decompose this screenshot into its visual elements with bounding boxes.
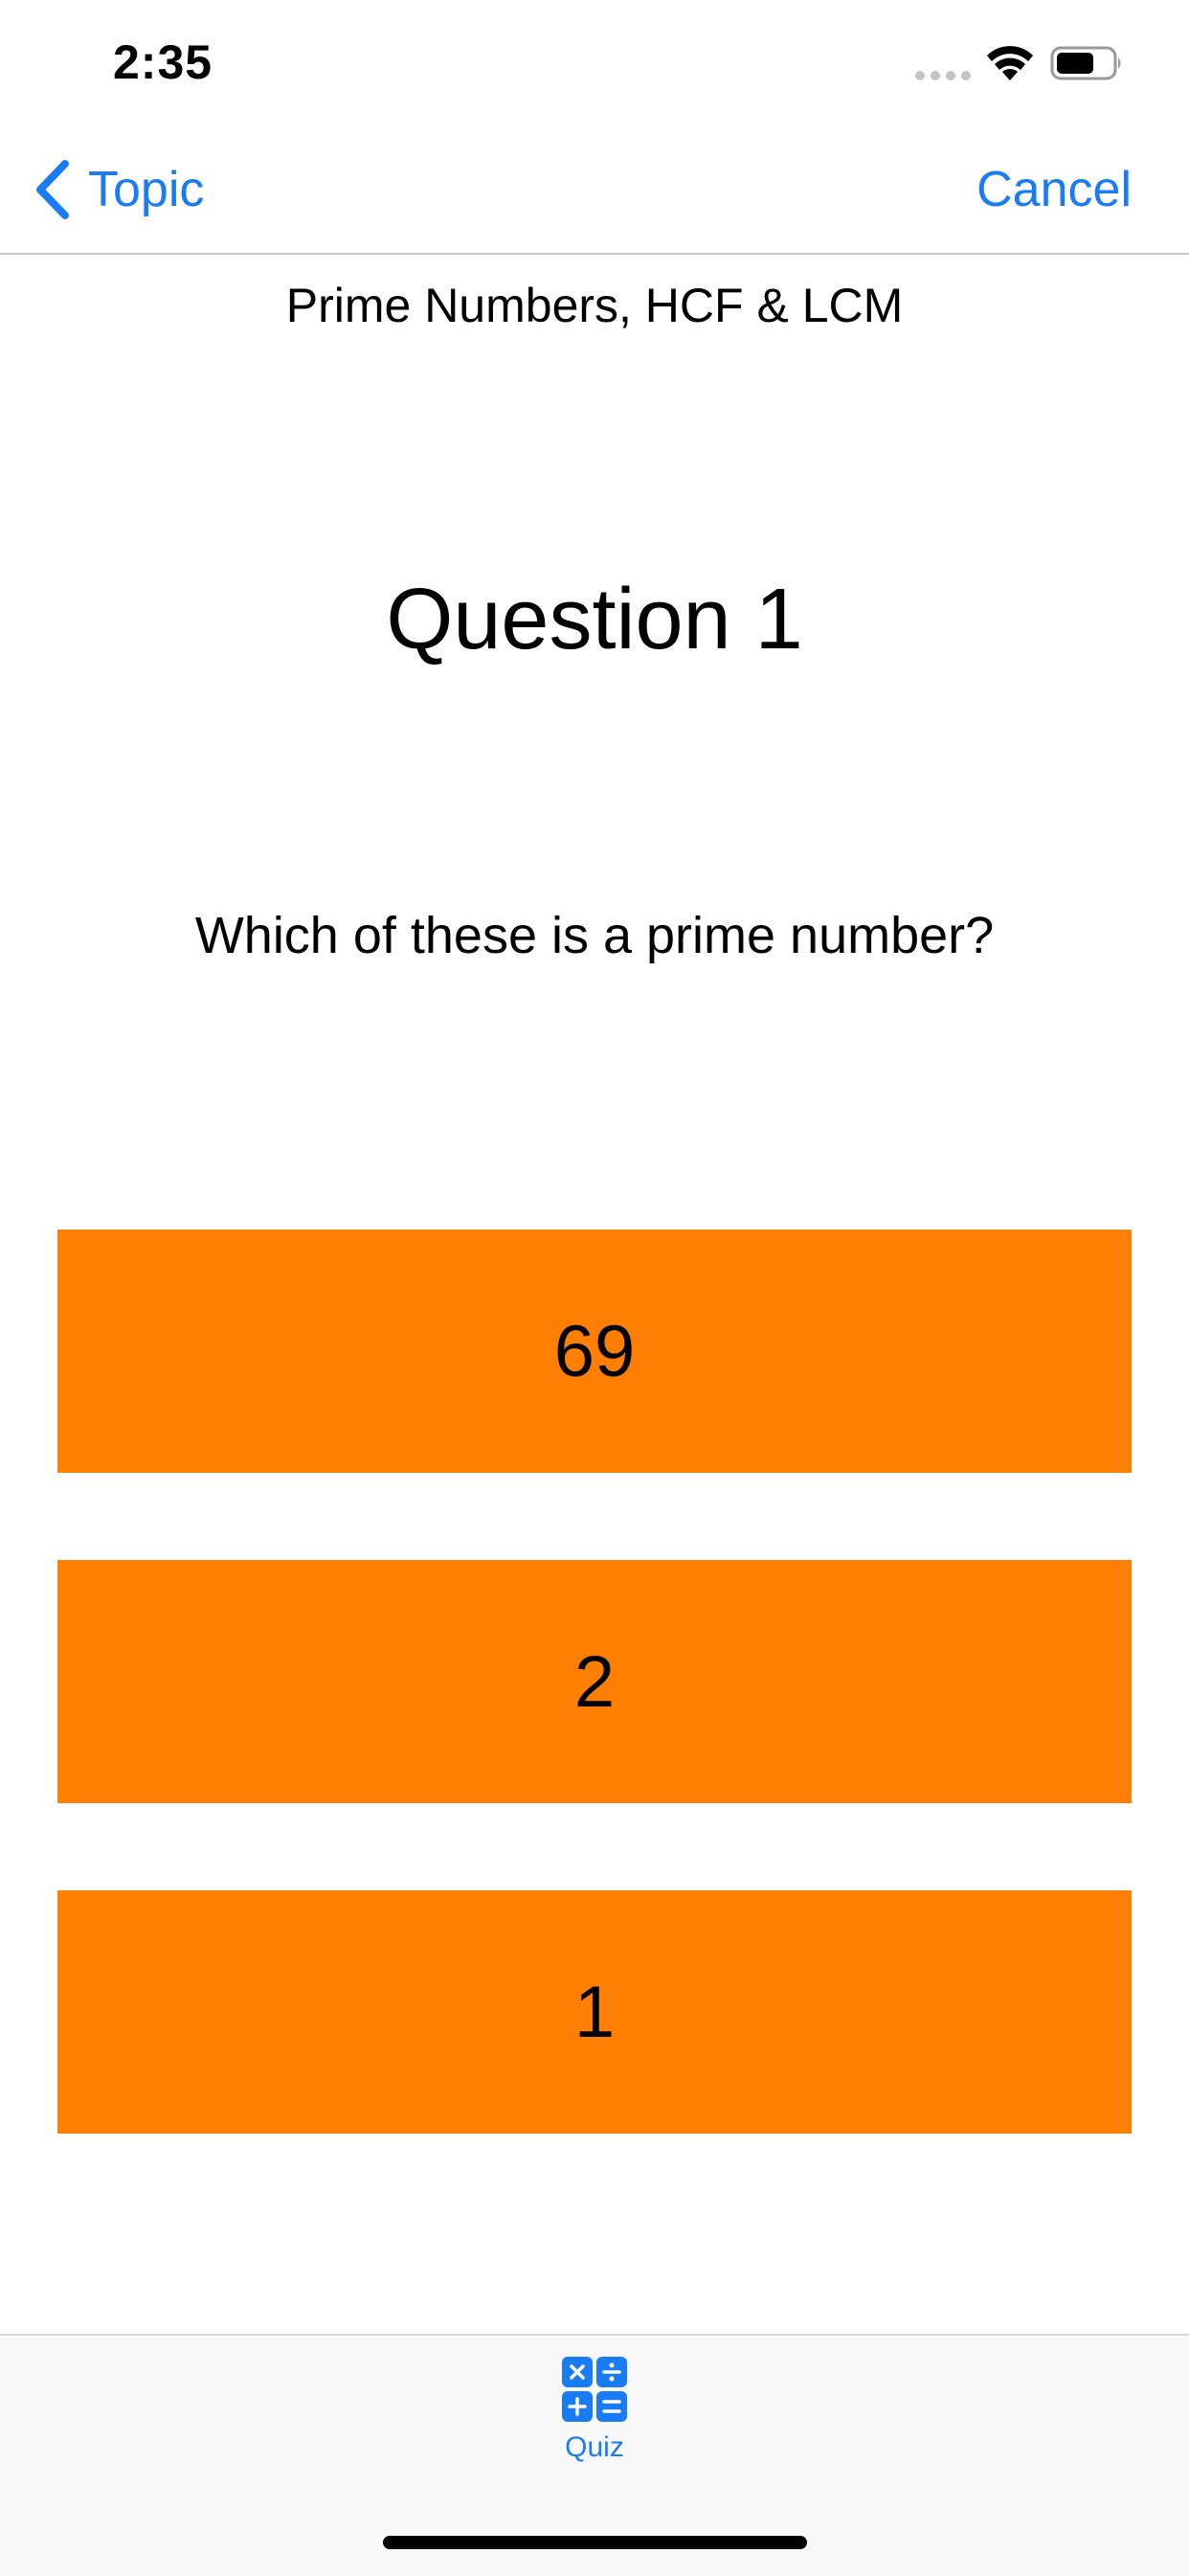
status-bar: 2:35 [0, 0, 1189, 126]
back-button[interactable]: Topic [33, 153, 204, 226]
calculator-icon [562, 2357, 627, 2422]
cancel-button[interactable]: Cancel [976, 153, 1132, 226]
wifi-icon [987, 46, 1033, 80]
tab-quiz-label: Quiz [565, 2431, 624, 2463]
chevron-left-icon [36, 160, 69, 219]
question-text: Which of these is a prime number? [194, 907, 995, 964]
answer-button-1[interactable]: 69 [57, 1230, 1132, 1473]
status-time: 2:35 [113, 35, 213, 89]
question-heading: Question 1 [386, 572, 803, 667]
navigation-bar: Topic Cancel [0, 126, 1189, 255]
cellular-signal-icon [915, 71, 971, 80]
topic-title: Prime Numbers, HCF & LCM [285, 279, 904, 332]
back-button-label: Topic [88, 162, 205, 217]
tab-quiz[interactable]: Quiz [537, 2355, 652, 2479]
battery-icon [1050, 46, 1121, 80]
answer-button-2[interactable]: 2 [57, 1560, 1132, 1803]
answer-button-3[interactable]: 1 [57, 1890, 1132, 2134]
home-indicator [383, 2536, 807, 2549]
